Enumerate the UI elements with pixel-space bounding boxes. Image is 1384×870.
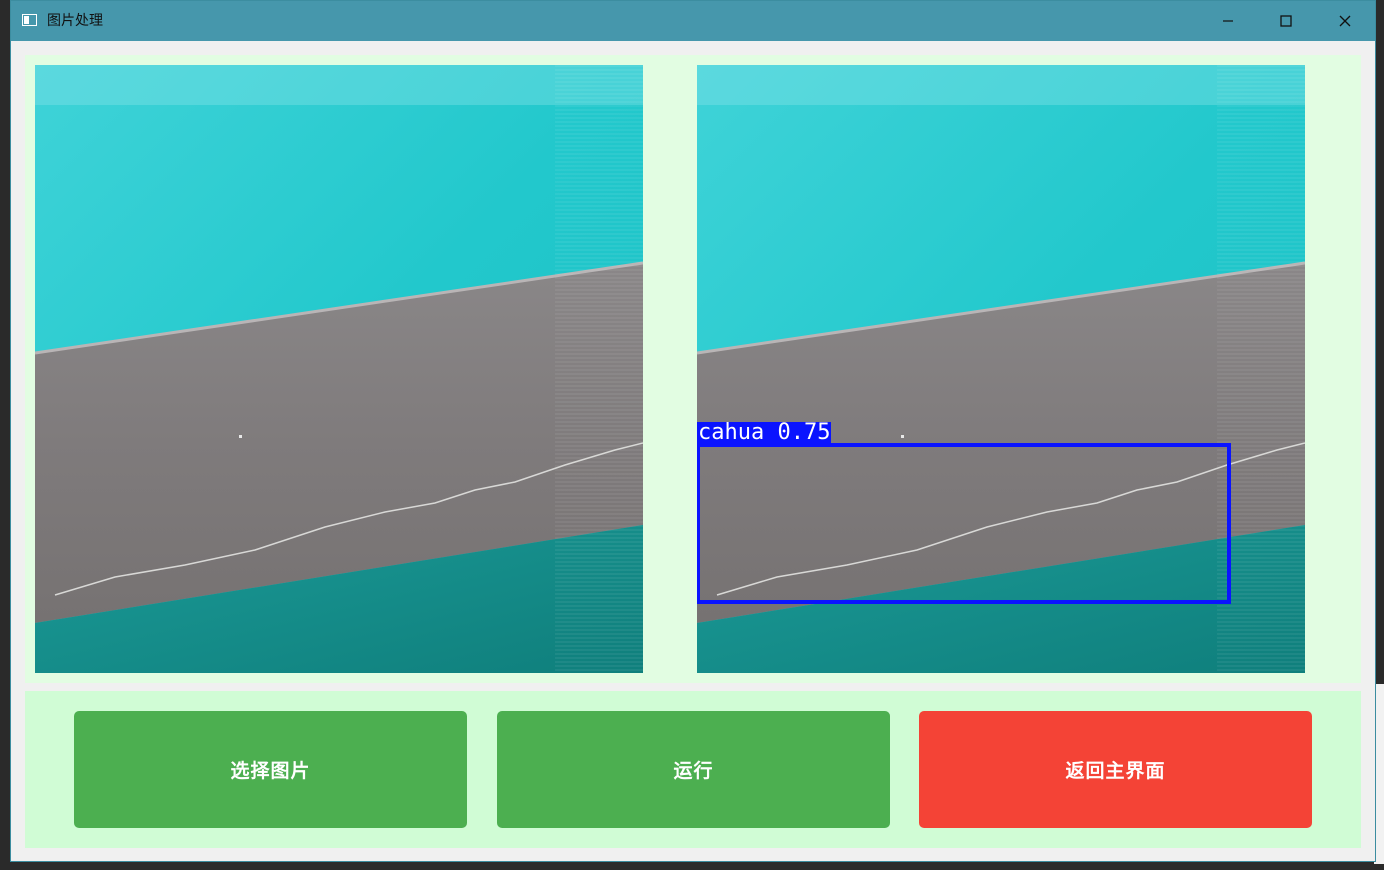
minimize-icon [1223,20,1233,22]
maximize-icon [1280,15,1292,27]
back-to-main-button[interactable]: 返回主界面 [919,711,1312,828]
app-window-icon [22,14,37,26]
image-processing-window: 图片处理 cahua 0.75 选择图片 运行 返回主界面 [10,0,1376,862]
desktop-background-left [0,0,10,870]
result-image: cahua 0.75 [697,65,1305,673]
run-button[interactable]: 运行 [497,711,890,828]
maximize-button[interactable] [1257,1,1315,41]
button-panel: 选择图片 运行 返回主界面 [25,691,1361,848]
select-image-button[interactable]: 选择图片 [74,711,467,828]
image-display-panel: cahua 0.75 [25,55,1361,683]
original-image [35,65,643,673]
minimize-button[interactable] [1199,1,1257,41]
close-button[interactable] [1316,1,1374,41]
detection-label: cahua 0.75 [697,420,832,445]
title-bar[interactable]: 图片处理 [11,1,1375,41]
close-icon [1339,15,1351,27]
window-title: 图片处理 [47,13,103,29]
